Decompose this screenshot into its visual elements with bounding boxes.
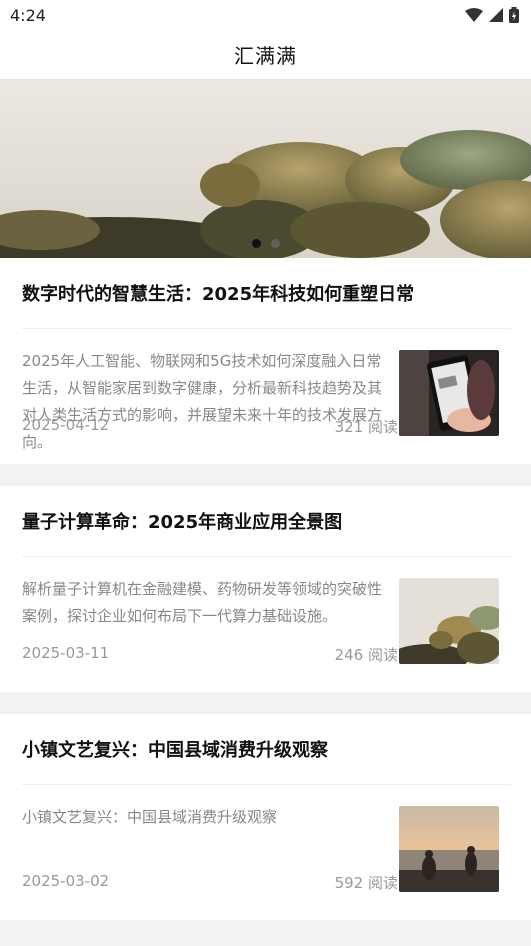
carousel-dot[interactable] [270,239,280,248]
article-summary: 小镇文艺复兴：中国县域消费升级观察 [22,808,278,826]
article-card[interactable]: 量子计算革命：2025年商业应用全景图 解析量子计算机在金融建模、药物研发等领域… [0,486,531,692]
page-title: 汇满满 [234,44,297,68]
status-icons [465,7,519,23]
card-divider [22,556,511,557]
card-divider [22,328,511,329]
article-card[interactable]: 数字时代的智慧生活：2025年科技如何重塑日常 2025年人工智能、物联网和5G… [0,258,531,464]
article-title: 量子计算革命：2025年商业应用全景图 [22,512,343,533]
article-read-count: 246 阅读 [334,646,398,664]
article-summary: 解析量子计算机在金融建模、药物研发等领域的突破性案例，探讨企业如何布局下一代算力… [22,580,383,625]
article-read-count: 321 阅读 [334,418,398,436]
article-date: 2025-03-02 [22,872,110,890]
status-bar: 4:24 [0,0,531,30]
wifi-icon [465,8,483,22]
card-divider [22,784,511,785]
carousel-dot-active[interactable] [251,239,261,248]
article-thumbnail [399,350,499,436]
article-title: 小镇文艺复兴：中国县域消费升级观察 [22,740,328,761]
cell-signal-icon [489,8,503,22]
app-bar: 汇满满 [0,30,531,80]
article-summary: 2025年人工智能、物联网和5G技术如何深度融入日常生活，从智能家居到数字健康，… [22,352,383,451]
banner-carousel[interactable] [0,80,531,258]
carousel-indicator [0,239,531,248]
article-thumbnail [399,806,499,892]
article-date: 2025-03-11 [22,644,110,662]
status-time: 4:24 [10,5,46,25]
article-card[interactable]: 小镇文艺复兴：中国县域消费升级观察 小镇文艺复兴：中国县域消费升级观察 2025… [0,714,531,920]
battery-icon [509,7,519,23]
article-read-count: 592 阅读 [334,874,398,892]
banner-image [0,80,531,258]
article-date: 2025-04-12 [22,416,110,434]
article-thumbnail [399,578,499,664]
article-title: 数字时代的智慧生活：2025年科技如何重塑日常 [22,284,415,305]
